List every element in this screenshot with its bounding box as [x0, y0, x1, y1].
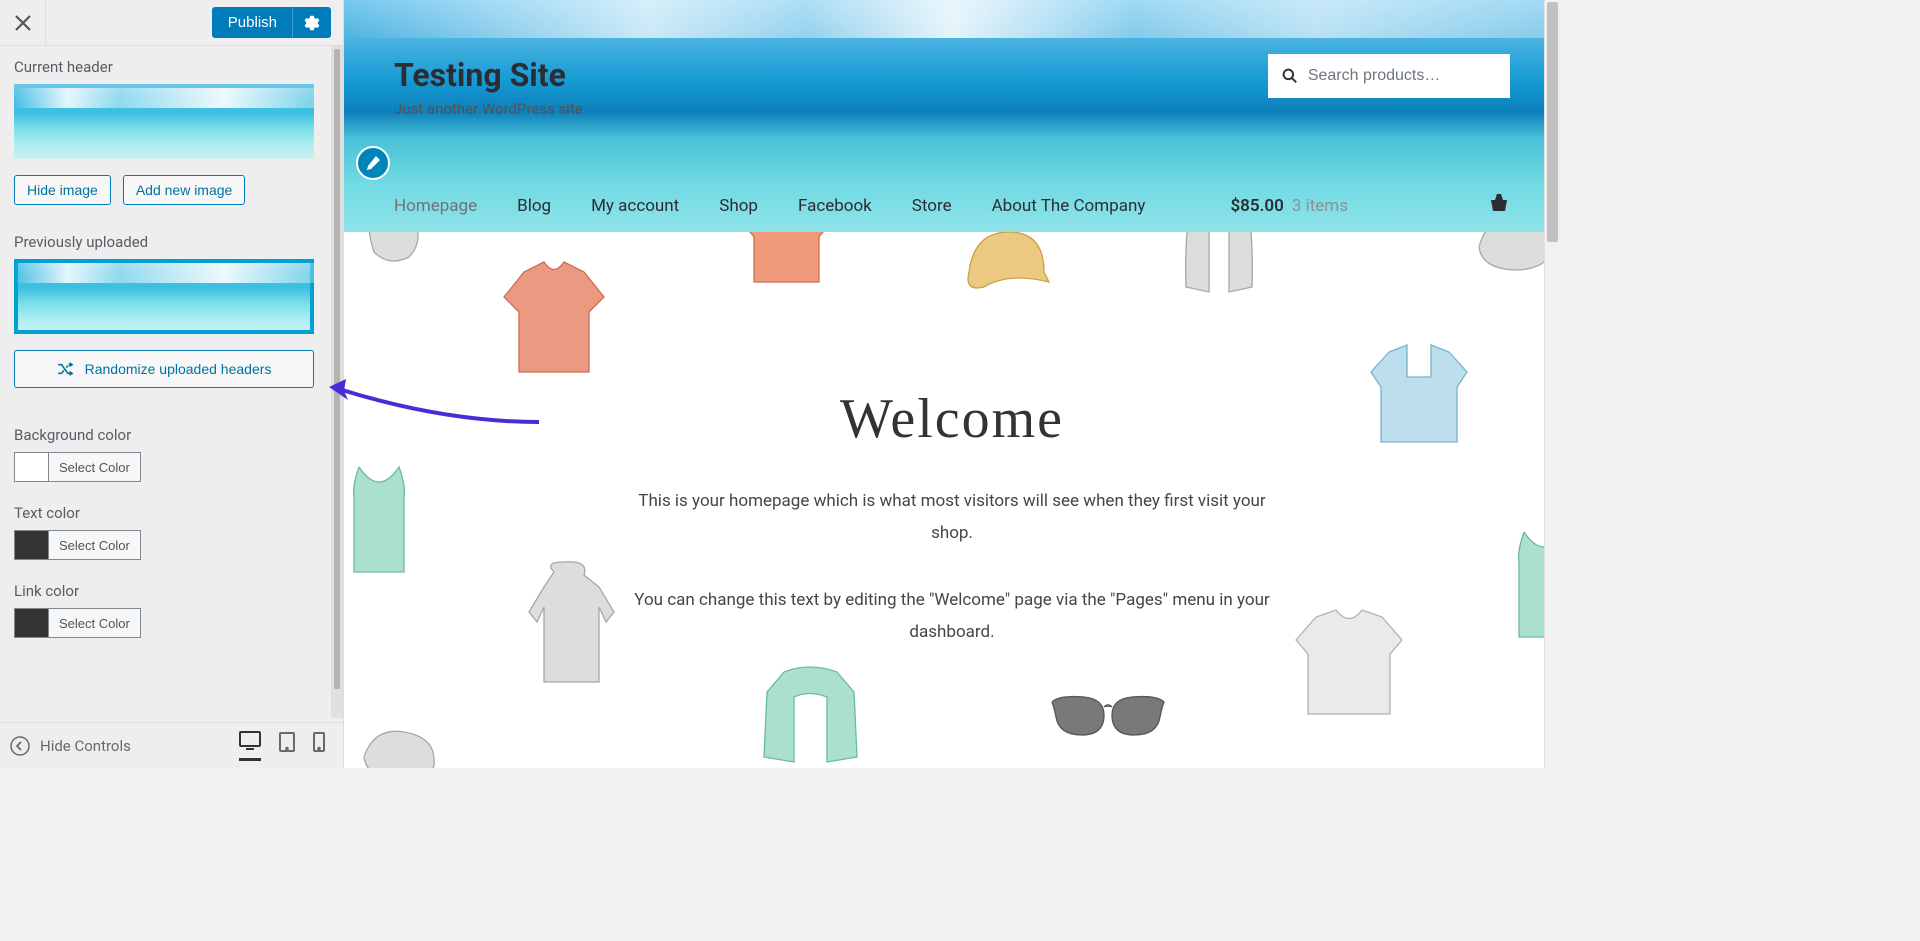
sidebar-scroll-thumb[interactable] [334, 49, 340, 689]
chevron-left-circle-icon [10, 736, 30, 756]
text-color-label: Text color [14, 504, 331, 522]
close-customizer-button[interactable] [0, 0, 46, 46]
close-icon [14, 14, 32, 32]
doodle-sunglasses [1044, 687, 1174, 757]
pencil-icon [365, 155, 381, 171]
doodle-cap [949, 232, 1059, 307]
add-new-image-button[interactable]: Add new image [123, 175, 246, 205]
background-color-swatch[interactable] [14, 452, 49, 482]
link-color-control: Select Color [14, 608, 331, 638]
sidebar-footer: Hide Controls [0, 722, 343, 768]
current-header-thumbnail[interactable] [14, 84, 314, 159]
edit-shortcut-button[interactable] [356, 146, 390, 180]
doodle-tshirt [734, 232, 844, 302]
welcome-paragraph-2: You can change this text by editing the … [622, 584, 1282, 649]
shuffle-icon [57, 362, 75, 376]
doodle-hoodie [514, 557, 634, 697]
nav-homepage[interactable]: Homepage [394, 196, 477, 216]
hero-header: Testing Site Just another WordPress site… [344, 0, 1560, 232]
preview-scroll-thumb[interactable] [1547, 2, 1558, 242]
main-navigation: Homepage Blog My account Shop Facebook S… [394, 193, 1510, 218]
doodle-polo [1359, 337, 1479, 457]
doodle-tank [344, 457, 424, 587]
text-color-control: Select Color [14, 530, 331, 560]
current-header-label: Current header [14, 58, 331, 76]
search-input[interactable] [1308, 67, 1496, 85]
basket-icon[interactable] [1488, 193, 1510, 218]
nav-store[interactable]: Store [912, 196, 952, 216]
publish-group: Publish [212, 7, 331, 38]
sidebar-scrollbar[interactable] [331, 46, 343, 718]
nav-facebook[interactable]: Facebook [798, 196, 872, 216]
hide-image-button[interactable]: Hide image [14, 175, 111, 205]
site-preview: Testing Site Just another WordPress site… [344, 0, 1560, 768]
publish-button[interactable]: Publish [212, 7, 293, 38]
previously-uploaded-label: Previously uploaded [14, 233, 331, 251]
link-color-swatch[interactable] [14, 608, 49, 638]
doodle-shoe-2 [349, 712, 449, 768]
link-color-select-button[interactable]: Select Color [49, 608, 141, 638]
nav-shop[interactable]: Shop [719, 196, 758, 216]
cart-amount: $85.00 [1230, 196, 1283, 216]
nav-blog[interactable]: Blog [517, 196, 551, 216]
text-color-swatch[interactable] [14, 530, 49, 560]
background-color-control: Select Color [14, 452, 331, 482]
doodle-cardigan [749, 662, 879, 768]
sidebar-header: Publish [0, 0, 343, 46]
tablet-preview-icon[interactable] [279, 732, 295, 759]
welcome-paragraph-1: This is your homepage which is what most… [622, 485, 1282, 550]
publish-settings-button[interactable] [293, 7, 331, 38]
device-preview-toggle [239, 731, 325, 761]
cart-summary[interactable]: $85.00 3 items [1230, 196, 1348, 216]
hide-controls-button[interactable]: Hide Controls [10, 736, 131, 756]
sidebar-content: Current header Hide image Add new image … [0, 46, 343, 722]
nav-about[interactable]: About The Company [992, 196, 1146, 216]
desktop-preview-icon[interactable] [239, 731, 261, 761]
search-icon [1282, 67, 1298, 85]
background-color-label: Background color [14, 426, 331, 444]
text-color-select-button[interactable]: Select Color [49, 530, 141, 560]
background-color-select-button[interactable]: Select Color [49, 452, 141, 482]
preview-scrollbar[interactable] [1544, 0, 1560, 768]
previously-uploaded-thumbnail[interactable] [14, 259, 314, 334]
doodle-garment [354, 232, 444, 282]
cart-items: 3 items [1292, 196, 1348, 216]
doodle-tee [1284, 602, 1414, 732]
site-tagline: Just another WordPress site [394, 100, 1560, 118]
doodle-jacket [1164, 232, 1274, 312]
randomize-headers-button[interactable]: Randomize uploaded headers [14, 350, 314, 388]
gear-icon [304, 15, 320, 31]
mobile-preview-icon[interactable] [313, 732, 325, 759]
doodle-shirt [494, 252, 614, 392]
link-color-label: Link color [14, 582, 331, 600]
nav-my-account[interactable]: My account [591, 196, 679, 216]
customizer-sidebar: Publish Current header Hide image Add ne… [0, 0, 344, 768]
search-box [1268, 54, 1510, 98]
page-content: Welcome This is your homepage which is w… [344, 232, 1560, 768]
